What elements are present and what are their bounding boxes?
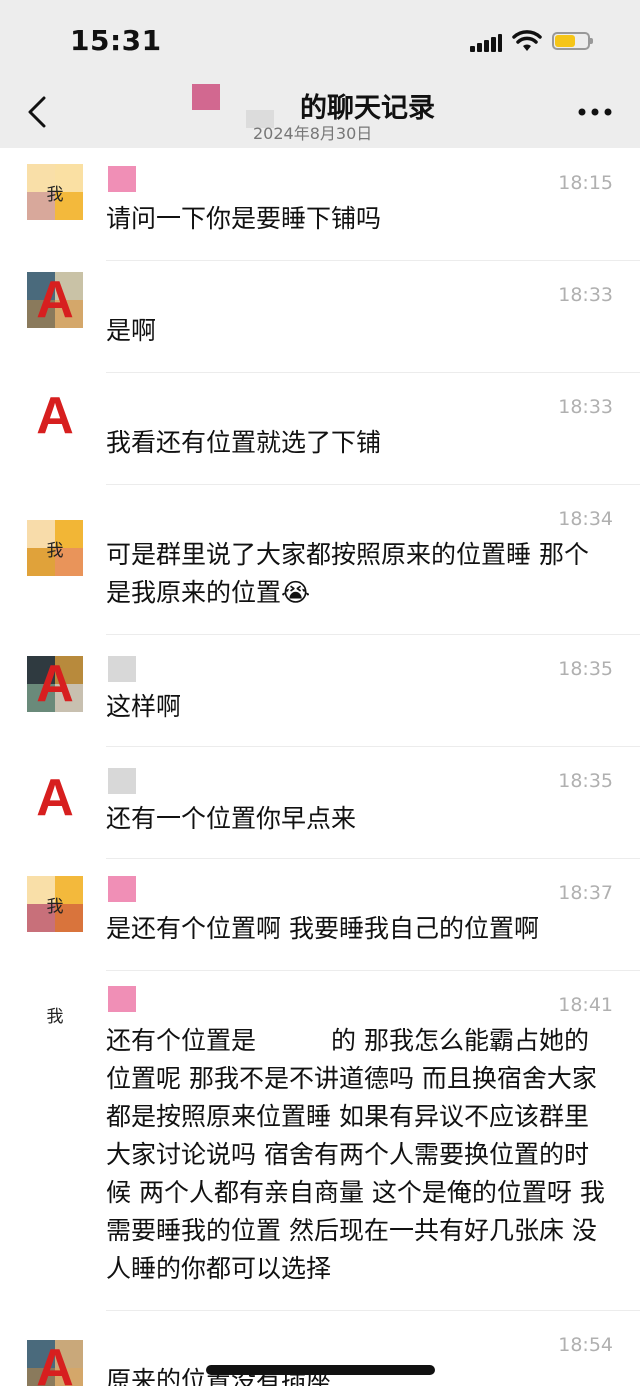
sender-name-redacted bbox=[108, 656, 136, 682]
home-indicator[interactable] bbox=[206, 1365, 435, 1375]
divider bbox=[106, 1310, 640, 1311]
status-time: 15:31 bbox=[70, 24, 162, 57]
avatar-label: 我 bbox=[46, 184, 64, 205]
message-text: 是还有个位置啊 我要睡我自己的位置啊 bbox=[106, 914, 539, 943]
message-item[interactable]: A 18:33 是啊 bbox=[0, 262, 640, 374]
avatar[interactable]: 我 bbox=[27, 876, 83, 932]
message-item[interactable]: A 18:35 还有一个位置你早点来 bbox=[0, 748, 640, 860]
message-text: 还有一个位置你早点来 bbox=[106, 804, 357, 833]
avatar-label: A bbox=[36, 770, 74, 826]
avatar-label: 我 bbox=[46, 896, 64, 917]
avatar[interactable]: A bbox=[27, 272, 83, 328]
more-options-icon[interactable] bbox=[578, 108, 612, 116]
message-time: 18:54 bbox=[558, 1334, 613, 1356]
contact-avatar-redacted bbox=[192, 84, 220, 110]
battery-icon bbox=[552, 32, 593, 50]
back-arrow-icon[interactable] bbox=[26, 96, 48, 128]
message-time: 18:15 bbox=[558, 172, 613, 194]
avatar[interactable]: A bbox=[27, 388, 83, 444]
divider bbox=[106, 484, 640, 485]
message-time: 18:33 bbox=[558, 284, 613, 306]
message-time: 18:35 bbox=[558, 658, 613, 680]
avatar-label: A bbox=[36, 656, 74, 712]
divider bbox=[106, 858, 640, 859]
cellular-signal-icon bbox=[470, 34, 502, 52]
divider bbox=[106, 634, 640, 635]
avatar-label: A bbox=[36, 272, 74, 328]
avatar-label: A bbox=[36, 1340, 74, 1386]
message-text: 这样啊 bbox=[106, 692, 182, 721]
message-text: 我看还有位置就选了下铺 bbox=[106, 428, 382, 457]
avatar[interactable]: A bbox=[27, 770, 83, 826]
message-time: 18:34 bbox=[558, 508, 613, 530]
wifi-icon bbox=[512, 30, 542, 51]
message-text: 是啊 bbox=[106, 316, 157, 345]
message-item[interactable]: A 18:35 这样啊 bbox=[0, 636, 640, 748]
divider bbox=[106, 970, 640, 971]
message-text: 请问一下你是要睡下铺吗 bbox=[106, 204, 382, 233]
message-time: 18:37 bbox=[558, 882, 613, 904]
avatar[interactable]: A bbox=[27, 1340, 83, 1386]
message-time: 18:33 bbox=[558, 396, 613, 418]
message-item[interactable]: 我 18:41 还有个位置是 的 那我怎么能霸占她的位置呢 那我不是不讲道德吗 … bbox=[0, 972, 640, 1312]
message-time: 18:35 bbox=[558, 770, 613, 792]
message-item[interactable]: A 18:33 我看还有位置就选了下铺 bbox=[0, 374, 640, 486]
sender-name-redacted bbox=[108, 986, 136, 1012]
message-item[interactable]: 我 18:15 请问一下你是要睡下铺吗 bbox=[0, 150, 640, 262]
avatar[interactable]: 我 bbox=[27, 520, 83, 576]
message-text: 可是群里说了大家都按照原来的位置睡 那个是我原来的位置😭 bbox=[106, 540, 589, 607]
sender-name-redacted bbox=[108, 876, 136, 902]
page-subtitle-date: 2024年8月30日 bbox=[253, 124, 373, 143]
divider bbox=[106, 260, 640, 261]
divider bbox=[106, 746, 640, 747]
divider bbox=[106, 372, 640, 373]
message-time: 18:41 bbox=[558, 994, 613, 1016]
sender-name-redacted bbox=[108, 166, 136, 192]
avatar-label: 我 bbox=[46, 540, 64, 561]
message-text: 还有个位置是 的 那我怎么能霸占她的位置呢 那我不是不讲道德吗 而且换宿舍大家都… bbox=[106, 1026, 605, 1283]
status-bar: 15:31 bbox=[0, 0, 640, 80]
sender-name-redacted bbox=[108, 768, 136, 794]
message-item[interactable]: 我 18:34 可是群里说了大家都按照原来的位置睡 那个是我原来的位置😭 bbox=[0, 486, 640, 636]
message-item[interactable]: 我 18:37 是还有个位置啊 我要睡我自己的位置啊 bbox=[0, 860, 640, 972]
avatar-label: A bbox=[36, 388, 74, 444]
avatar-label: 我 bbox=[46, 1006, 64, 1027]
avatar[interactable]: 我 bbox=[27, 164, 83, 220]
avatar[interactable]: 我 bbox=[27, 986, 83, 1042]
avatar[interactable]: A bbox=[27, 656, 83, 712]
